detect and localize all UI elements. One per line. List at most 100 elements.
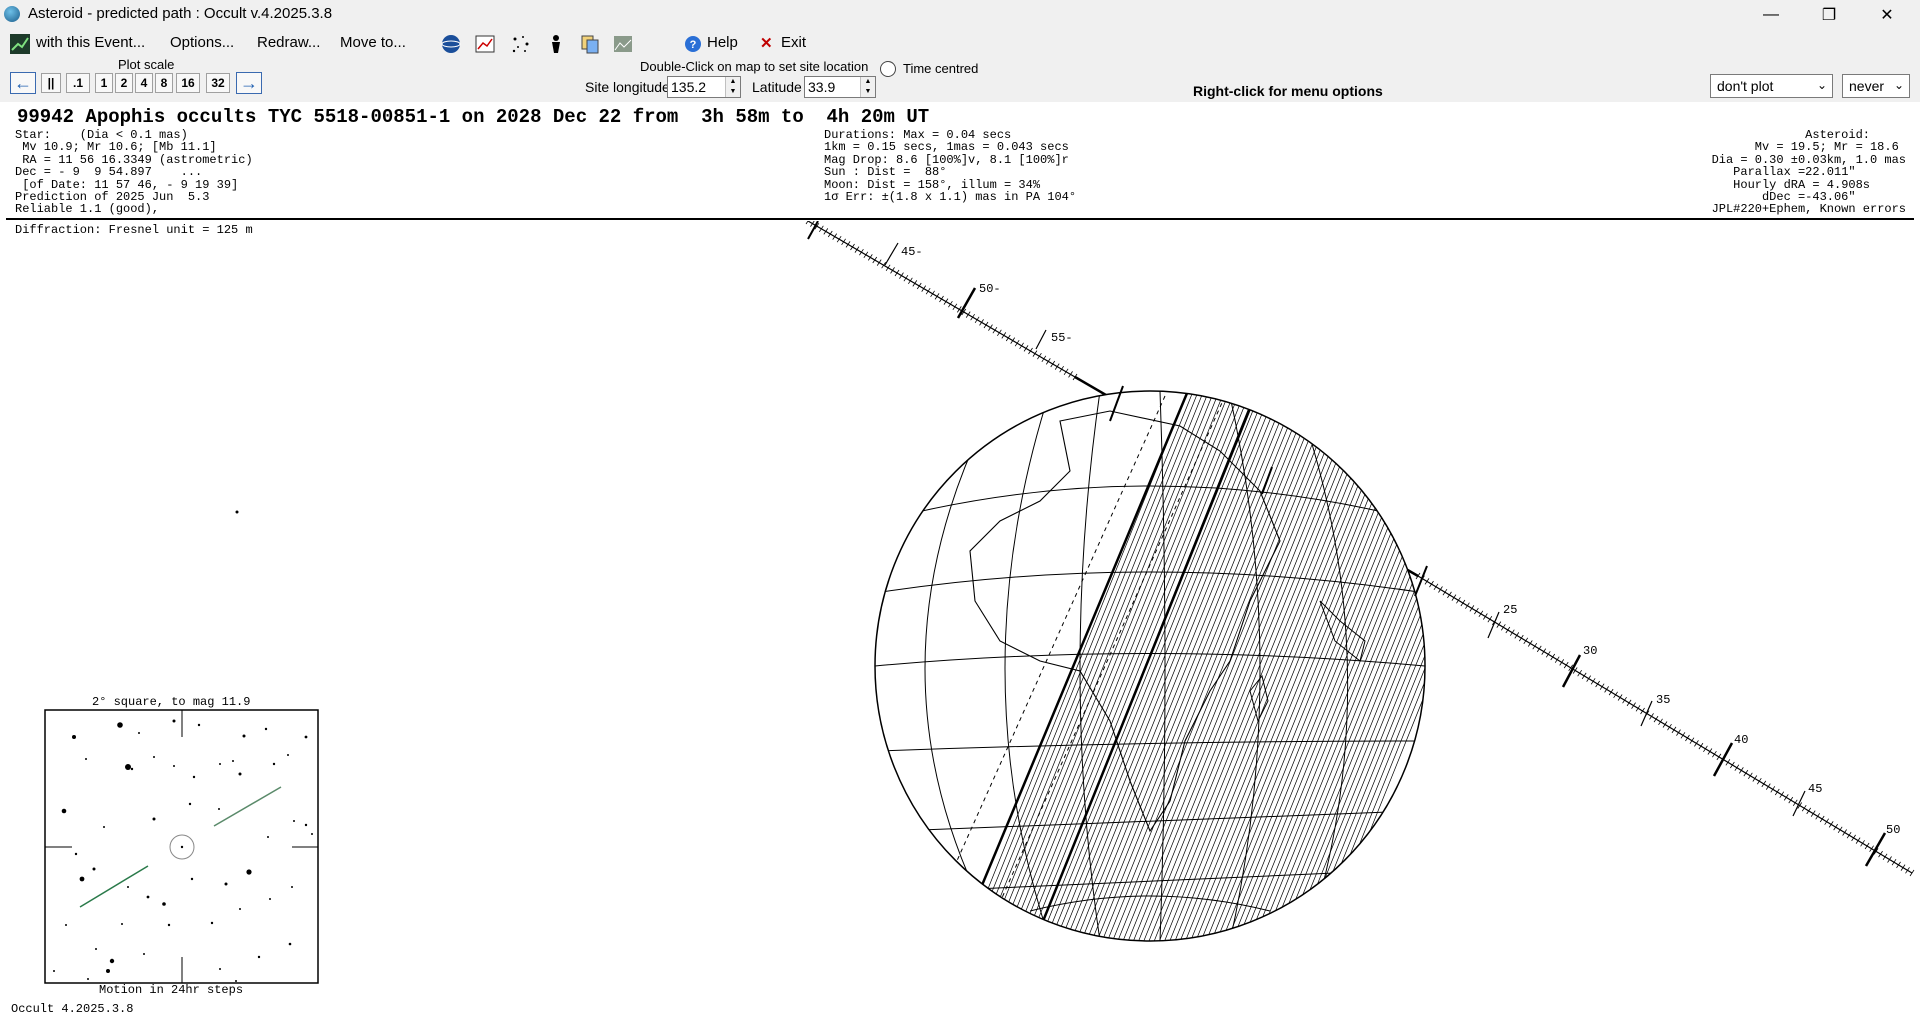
star-dot (106, 969, 110, 973)
minor-tick (1770, 786, 1776, 793)
scale-button[interactable]: 2 (115, 73, 133, 93)
globe-icon[interactable] (440, 33, 462, 55)
minor-tick (1590, 678, 1596, 685)
minor-tick (845, 241, 851, 248)
minor-tick (1765, 783, 1771, 790)
star-dot (53, 970, 55, 972)
star-dot (72, 735, 76, 739)
star-dot (210, 921, 214, 925)
minor-tick (1469, 605, 1475, 612)
minor-tick (872, 256, 878, 264)
minor-tick (1739, 767, 1744, 774)
star-dot (311, 833, 313, 835)
scale-button[interactable]: 1 (95, 73, 113, 93)
scale-button[interactable]: .1 (66, 73, 90, 93)
scale-button[interactable]: 4 (135, 73, 153, 93)
star-dot (127, 886, 129, 888)
star-dot (232, 760, 234, 762)
star-dot (103, 826, 105, 828)
site-longitude-value: 135.2 (671, 79, 707, 95)
site-longitude-spinner[interactable]: ▲ ▼ (725, 77, 740, 97)
minor-tick (1500, 624, 1506, 631)
info-line: Mv = 19.5; Mr = 18.6 (1754, 140, 1906, 155)
minor-tick (1010, 337, 1016, 344)
minor-tick (1864, 842, 1870, 850)
time-centred-label: Time centred (903, 61, 979, 76)
tick-label: 50- (979, 282, 1001, 296)
latitude-input[interactable]: 33.9 ▲ ▼ (804, 76, 876, 98)
star-dot (239, 908, 241, 910)
star-dot (138, 732, 140, 734)
minimize-button[interactable]: — (1742, 0, 1800, 29)
latitude-value: 33.9 (808, 79, 836, 95)
plot-option-dropdown[interactable]: don't plot ⌄ (1710, 74, 1833, 98)
observer-icon[interactable] (545, 33, 567, 55)
star-dot (197, 723, 201, 727)
minor-tick (1608, 688, 1614, 696)
minor-tick (890, 267, 895, 274)
time-centred-radio[interactable] (880, 61, 896, 77)
star-dot (219, 968, 221, 970)
event-headline: 99942 Apophis occults TYC 5518-00851-1 o… (17, 106, 930, 128)
minor-tick (1563, 661, 1569, 669)
minor-tick (1429, 580, 1434, 588)
menu-move-to[interactable]: Move to... (340, 34, 406, 51)
star-dot (218, 808, 220, 810)
plot-scale-label: Plot scale (118, 57, 175, 72)
scale-button[interactable]: 8 (155, 73, 173, 93)
menu-help[interactable]: Help (707, 34, 738, 51)
menu-redraw[interactable]: Redraw... (257, 34, 320, 51)
menu-exit[interactable]: Exit (781, 34, 806, 51)
minor-tick (1532, 642, 1538, 650)
star-details: Star: (Dia < 0.1 mas) Mv 10.9; Mr 10.6; … (15, 129, 253, 216)
exit-icon[interactable]: ✕ (760, 34, 773, 52)
minor-tick (841, 238, 846, 246)
star-dot (264, 727, 268, 731)
menu-with-this-event[interactable]: with this Event... (36, 34, 145, 51)
minor-tick (1671, 726, 1677, 734)
minor-tick (1658, 718, 1663, 726)
minor-tick (894, 269, 900, 277)
minor-tick (1635, 705, 1641, 712)
when-option-dropdown[interactable]: never ⌄ (1842, 74, 1910, 98)
site-longitude-input[interactable]: 135.2 ▲ ▼ (667, 76, 741, 98)
minor-tick (867, 254, 873, 261)
minor-tick (992, 326, 998, 334)
scale-button[interactable]: 16 (176, 73, 200, 93)
latitude-spinner[interactable]: ▲ ▼ (860, 77, 875, 97)
minor-tick (1028, 347, 1033, 355)
minor-tick (854, 246, 860, 253)
next-button[interactable]: → (236, 72, 262, 94)
minor-tick (1536, 645, 1542, 653)
star-dot (288, 942, 292, 946)
copy-icon[interactable] (579, 33, 601, 55)
star-dot (304, 823, 308, 827)
star-dot (167, 923, 171, 927)
star-dot (162, 902, 166, 906)
menu-options[interactable]: Options... (170, 34, 234, 51)
chart-icon[interactable] (474, 33, 496, 55)
star-dot (125, 764, 131, 770)
scale-button[interactable]: 32 (206, 73, 230, 93)
minor-tick (1743, 769, 1749, 777)
info-line: JPL#220+Ephem, Known errors (1711, 202, 1906, 217)
minor-tick (1810, 810, 1816, 817)
star-dot (121, 923, 123, 925)
help-icon[interactable]: ? (683, 33, 703, 55)
minor-tick (1019, 342, 1024, 350)
image-icon[interactable] (612, 33, 634, 55)
minor-tick (1837, 826, 1843, 834)
star-dot (235, 980, 237, 982)
minor-tick (1815, 813, 1821, 820)
star-field-icon[interactable] (510, 33, 532, 55)
pause-button[interactable]: || (41, 73, 61, 93)
event-icon[interactable] (10, 34, 30, 54)
previous-button[interactable]: ← (10, 72, 36, 94)
svg-text:?: ? (690, 39, 697, 51)
close-button[interactable]: ✕ (1858, 0, 1916, 29)
minor-tick (1577, 669, 1583, 677)
minor-tick (1545, 651, 1551, 658)
minor-tick (983, 321, 989, 329)
minor-tick (1819, 815, 1825, 823)
maximize-button[interactable]: ❐ (1800, 0, 1858, 29)
